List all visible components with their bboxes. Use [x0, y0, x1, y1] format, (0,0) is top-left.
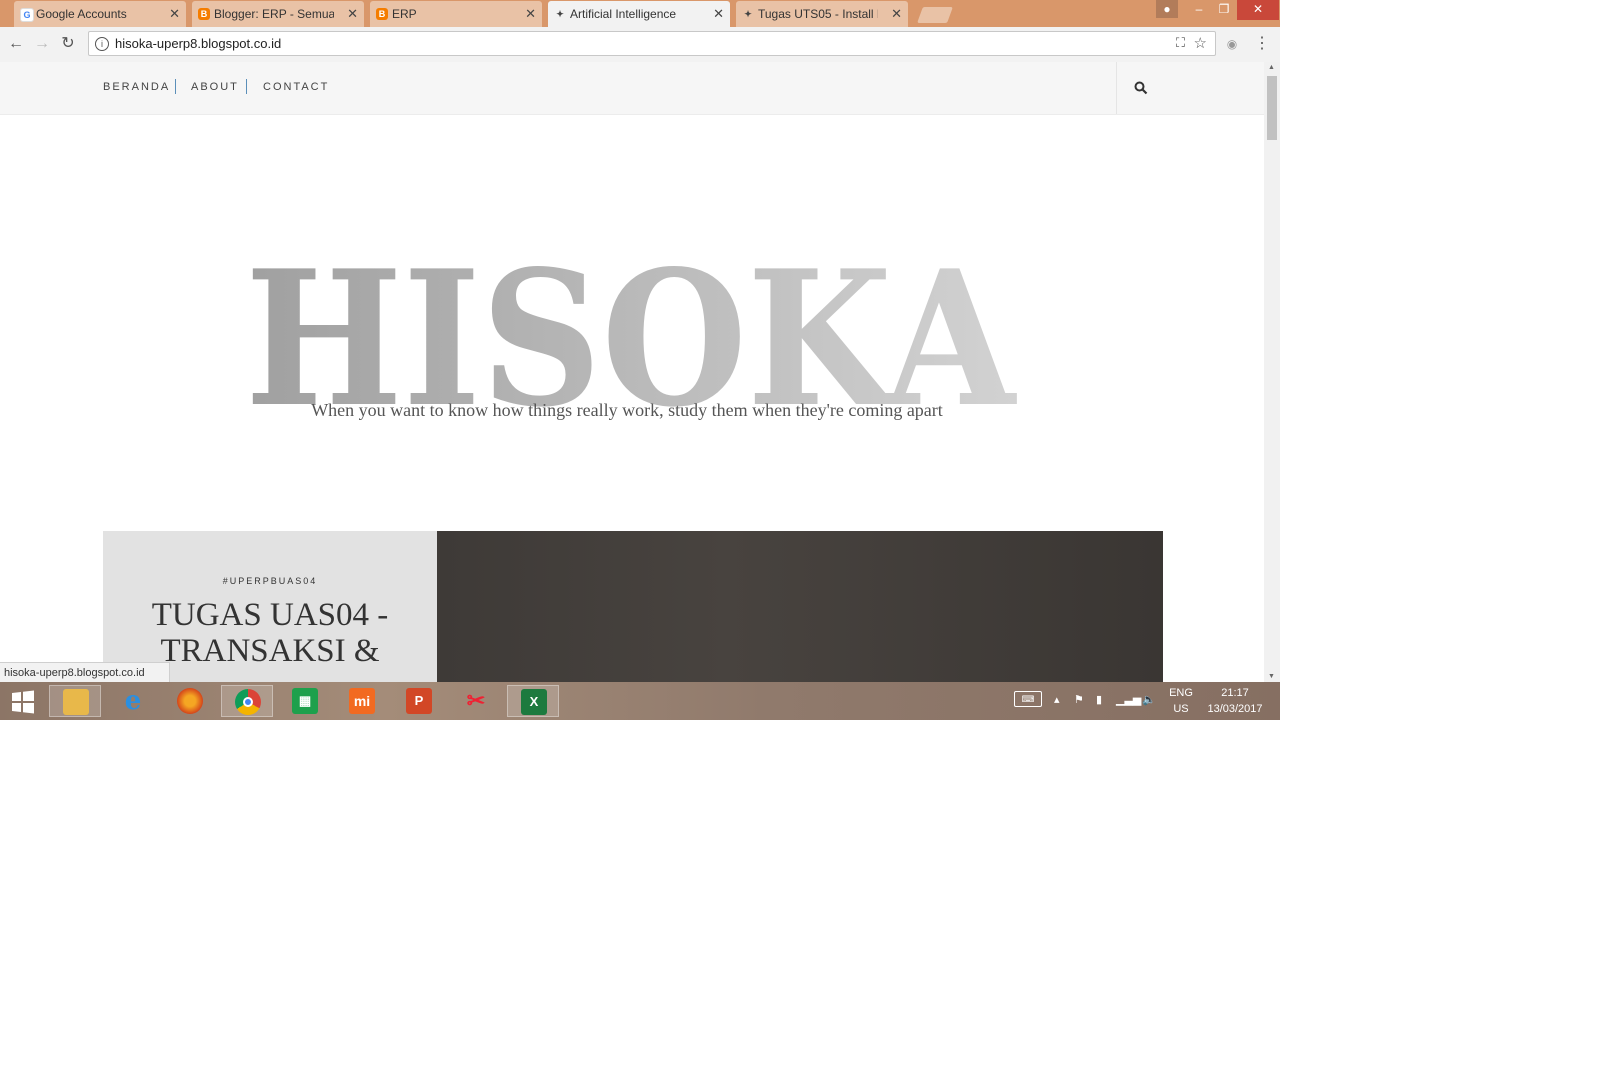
google-icon: G	[20, 8, 34, 22]
tab-google-accounts[interactable]: G Google Accounts ✕	[14, 1, 186, 27]
file-explorer-icon[interactable]	[49, 685, 101, 717]
search-button[interactable]	[1116, 62, 1165, 114]
site-icon: ✦	[556, 9, 564, 19]
close-tab-icon[interactable]: ✕	[347, 1, 358, 27]
screen: G Google Accounts ✕ B Blogger: ERP - Sem…	[0, 0, 1280, 720]
scroll-up-icon[interactable]: ▲	[1268, 64, 1275, 71]
scroll-down-icon[interactable]: ▼	[1268, 673, 1275, 680]
address-bar[interactable]: i hisoka-uperp8.blogspot.co.id ⛶ ☆	[88, 31, 1216, 56]
blog-title[interactable]: HISOKA	[240, 252, 1020, 422]
nav-contact[interactable]: CONTACT	[263, 81, 329, 93]
excel-icon[interactable]: X	[507, 685, 559, 717]
blog-title-text: HISOKA	[245, 252, 1017, 422]
blogger-icon: B	[198, 8, 210, 20]
site-navigation: BERANDA ABOUT CONTACT	[0, 62, 1264, 115]
nav-about[interactable]: ABOUT	[191, 81, 239, 93]
battery-icon[interactable]: ▮	[1096, 693, 1102, 706]
tab-tugas-uts05[interactable]: ✦ Tugas UTS05 - Install Mo ✕	[736, 1, 908, 27]
forward-icon[interactable]: →	[32, 34, 52, 54]
browser-toolbar: ← → ↻ i hisoka-uperp8.blogspot.co.id ⛶ ☆…	[0, 27, 1280, 63]
status-bubble: hisoka-uperp8.blogspot.co.id	[0, 662, 170, 683]
nav-separator	[246, 79, 247, 94]
web-page: BERANDA ABOUT CONTACT HISOKA When you wa…	[0, 62, 1264, 682]
url-text: hisoka-uperp8.blogspot.co.id	[115, 36, 282, 51]
close-tab-icon[interactable]: ✕	[713, 1, 724, 27]
tab-artificial-intelligence[interactable]: ✦ Artificial Intelligence ✕	[548, 1, 730, 27]
clock[interactable]: 21:17 13/03/2017	[1200, 685, 1270, 717]
new-tab-button[interactable]	[917, 7, 953, 23]
windows-logo-icon	[12, 690, 34, 714]
blog-tagline: When you want to know how things really …	[311, 400, 943, 420]
close-window-icon[interactable]: ✕	[1237, 0, 1279, 20]
close-tab-icon[interactable]: ✕	[169, 1, 180, 27]
snipping-tool-icon[interactable]: ✂	[450, 685, 502, 717]
firefox-icon[interactable]	[164, 685, 216, 717]
nav-separator	[175, 79, 176, 94]
tab-blogger-erp[interactable]: B Blogger: ERP - Semua en ✕	[192, 1, 364, 27]
chrome-icon[interactable]	[221, 685, 273, 717]
extension-icon[interactable]: ◉	[1222, 34, 1242, 54]
featured-post-image[interactable]	[437, 531, 1163, 682]
tab-erp[interactable]: B ERP ✕	[370, 1, 542, 27]
volume-icon[interactable]: 🔈	[1142, 693, 1156, 706]
minimize-icon[interactable]: –	[1186, 0, 1212, 20]
nav-beranda[interactable]: BERANDA	[103, 81, 170, 93]
keyboard-icon[interactable]: ⌨	[1014, 691, 1042, 707]
translate-icon[interactable]: ⛶	[1176, 35, 1185, 51]
close-tab-icon[interactable]: ✕	[525, 1, 536, 27]
action-center-icon[interactable]: ⚑	[1074, 693, 1084, 706]
store-icon[interactable]: ▦	[279, 685, 331, 717]
search-icon	[1134, 81, 1148, 95]
browser-tab-bar: G Google Accounts ✕ B Blogger: ERP - Sem…	[0, 0, 1280, 27]
post-title[interactable]: TUGAS UAS04 - TRANSAKSI &	[103, 597, 437, 669]
windows-taskbar: e ▦ mi P ✂ X ⌨ ▴ ⚑ ▮ ▁▃▅ 🔈 ENG US 21:17 …	[0, 682, 1280, 720]
language-indicator[interactable]: ENG US	[1164, 685, 1198, 717]
bookmark-star-icon[interactable]: ☆	[1194, 34, 1207, 52]
network-icon[interactable]: ▁▃▅	[1116, 693, 1141, 706]
featured-post-card[interactable]: #UPERPBUAS04 TUGAS UAS04 - TRANSAKSI &	[103, 531, 437, 682]
reload-icon[interactable]: ↻	[58, 34, 78, 54]
internet-explorer-icon[interactable]: e	[107, 685, 159, 717]
powerpoint-icon[interactable]: P	[393, 685, 445, 717]
show-hidden-icons-icon[interactable]: ▴	[1054, 693, 1060, 706]
restore-icon[interactable]: ❐	[1211, 0, 1237, 20]
mi-icon[interactable]: mi	[336, 685, 388, 717]
menu-icon[interactable]: ⋮	[1252, 34, 1272, 54]
info-icon[interactable]: i	[95, 37, 109, 51]
close-tab-icon[interactable]: ✕	[891, 1, 902, 27]
start-button[interactable]	[0, 685, 46, 717]
back-icon[interactable]: ←	[6, 34, 26, 54]
blogger-icon: B	[376, 8, 388, 20]
scrollbar-thumb[interactable]	[1267, 76, 1277, 140]
post-label[interactable]: #UPERPBUAS04	[103, 576, 437, 586]
page-scrollbar[interactable]: ▲ ▼	[1264, 62, 1280, 682]
site-icon: ✦	[744, 9, 752, 19]
profile-icon[interactable]: ●	[1156, 0, 1178, 18]
